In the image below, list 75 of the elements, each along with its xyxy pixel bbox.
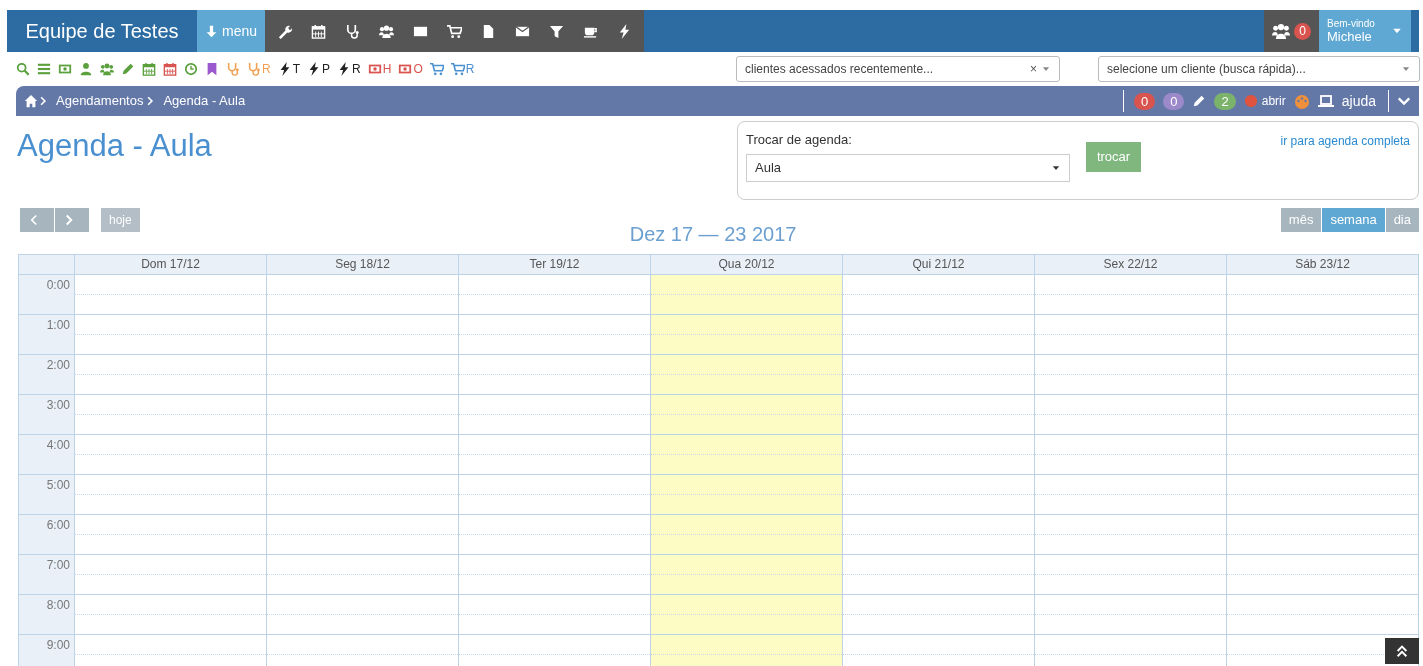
envelope-icon[interactable] [515, 23, 531, 39]
stethoscope-icon[interactable] [345, 23, 361, 39]
chevron-right-icon [145, 96, 156, 106]
time-label: 0:00 [19, 275, 74, 315]
quick-link[interactable]: R [337, 60, 361, 78]
time-label: 2:00 [19, 355, 74, 395]
day-header: Qui 21/12 [843, 255, 1034, 275]
wrench-icon[interactable] [277, 23, 293, 39]
quick-link[interactable]: T [277, 60, 300, 78]
calendar-icon[interactable] [142, 62, 156, 76]
time-label: 9:00 [19, 635, 74, 666]
filter-icon[interactable] [549, 23, 565, 39]
double-chevron-up-icon [1395, 644, 1409, 658]
pencil-icon[interactable] [1192, 94, 1207, 108]
day-header: Ter 19/12 [459, 255, 650, 275]
pencil-icon[interactable] [121, 62, 135, 76]
full-agenda-link[interactable]: ir para agenda completa [1280, 132, 1410, 150]
laptop-icon[interactable] [1317, 93, 1334, 109]
arrow-down-icon [205, 24, 218, 38]
breadcrumb-link[interactable]: Agenda - Aula [163, 91, 246, 111]
switch-button[interactable]: trocar [1086, 141, 1141, 172]
chevron-right-icon [38, 96, 48, 106]
time-label: 5:00 [19, 475, 74, 515]
switcher-label: Trocar de agenda: [746, 131, 852, 149]
time-label: 3:00 [19, 395, 74, 435]
day-header: Qua 20/12 [651, 255, 842, 275]
cart-icon[interactable] [447, 23, 463, 39]
clock-icon[interactable] [184, 62, 198, 76]
recent-clients-select[interactable]: clientes acessados recentemente... × [736, 56, 1060, 82]
dot-icon [1243, 94, 1258, 108]
view-tab[interactable]: mês [1280, 208, 1322, 232]
time-label: 1:00 [19, 315, 74, 355]
time-label: 4:00 [19, 435, 74, 475]
clear-button[interactable]: × [1030, 60, 1037, 78]
users-icon[interactable] [1272, 22, 1291, 40]
chevron-right-icon [63, 214, 75, 226]
day-header: Seg 18/12 [267, 255, 458, 275]
quick-link[interactable]: P [307, 60, 331, 78]
page-title: Agenda - Aula [17, 127, 212, 165]
count-badge[interactable]: 0 [1134, 92, 1156, 110]
home-icon[interactable] [24, 94, 38, 108]
scroll-top-button[interactable] [1385, 638, 1419, 664]
calendar-icon[interactable] [311, 23, 327, 39]
user-menu-button[interactable]: Bem-vindo Michele [1319, 10, 1411, 52]
agenda-select[interactable]: Aula [746, 153, 1070, 182]
day-header: Dom 17/12 [75, 255, 266, 275]
users-icon[interactable] [100, 62, 114, 76]
breadcrumb-link[interactable]: Agendamentos [56, 91, 144, 111]
help-link[interactable]: ajuda [1341, 90, 1376, 112]
time-label: 7:00 [19, 555, 74, 595]
open-link[interactable]: abrir [1261, 92, 1286, 110]
user-icon[interactable] [79, 62, 93, 76]
quick-link[interactable]: H [367, 60, 392, 78]
client-search-select[interactable]: selecione um cliente (busca rápida)... [1098, 56, 1420, 82]
view-tab[interactable]: semana [1322, 208, 1385, 232]
time-label: 8:00 [19, 595, 74, 635]
quick-link[interactable]: O [398, 60, 423, 78]
quick-link[interactable]: R [247, 60, 271, 78]
day-header: Sex 22/12 [1035, 255, 1226, 275]
users-icon[interactable] [379, 23, 395, 39]
cart-icon[interactable] [429, 62, 444, 76]
list-icon[interactable] [37, 62, 51, 76]
time-label: 6:00 [19, 515, 74, 555]
calendar-title: Dez 17 — 23 2017 [629, 222, 797, 247]
brand-title: Equipe de Testes [24, 19, 180, 44]
count-badge[interactable]: 2 [1214, 92, 1236, 110]
day-header: Sáb 23/12 [1227, 255, 1418, 275]
notification-badge: 0 [1294, 22, 1311, 40]
count-badge[interactable]: 0 [1163, 92, 1185, 110]
calendar-icon[interactable] [163, 62, 177, 76]
search-icon[interactable] [16, 62, 30, 76]
quick-link[interactable]: R [450, 60, 475, 78]
view-tab[interactable]: dia [1385, 208, 1419, 232]
bookmark-icon[interactable] [205, 62, 219, 76]
menu-button[interactable]: menu [197, 10, 266, 52]
